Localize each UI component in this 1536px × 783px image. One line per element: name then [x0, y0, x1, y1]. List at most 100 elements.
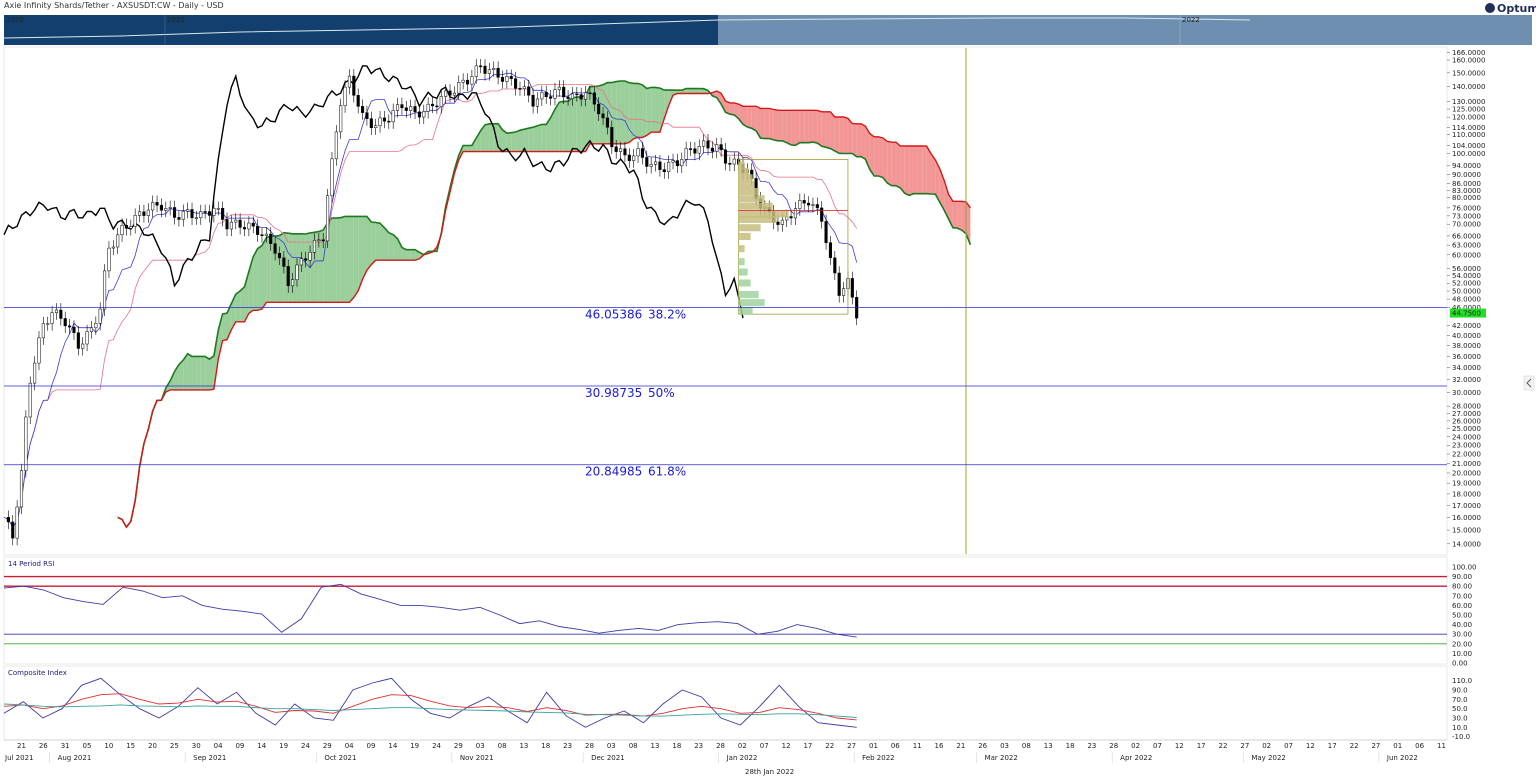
fib-percent-label: 61.8% [648, 465, 686, 479]
ci-pane [3, 665, 1448, 741]
kumo-segment [240, 286, 245, 322]
candle-body [601, 113, 605, 119]
kumo-segment [209, 355, 214, 390]
candle-body [588, 92, 592, 95]
volume-profile-bar [738, 224, 761, 232]
candle-body [286, 266, 290, 287]
day-tick-label: 28 [1109, 742, 1118, 750]
candle-body [238, 219, 242, 228]
candle-body [295, 264, 299, 280]
volume-profile-bar [738, 181, 755, 189]
rsi-tick-label: 100.00 [1452, 564, 1477, 572]
candle-body [505, 76, 509, 82]
candle-body [194, 217, 198, 220]
kumo-segment [345, 216, 350, 303]
candle-body [321, 239, 325, 242]
volume-profile-bar [738, 268, 748, 276]
collapse-panel-button[interactable] [1523, 375, 1535, 391]
price-tick-label: 21.0000 [1452, 460, 1481, 468]
day-tick-label: 14 [388, 742, 397, 750]
day-tick-label: 15 [126, 742, 135, 750]
volume-profile-bar [738, 195, 765, 203]
candle-body [277, 253, 282, 259]
kumo-segment [747, 106, 752, 129]
candle-body [409, 106, 413, 111]
kumo-segment [541, 124, 547, 152]
kumo-segment [196, 356, 201, 390]
candle-body [317, 239, 321, 242]
day-tick-label: 12 [1175, 742, 1184, 750]
candle-body [776, 221, 780, 225]
candle-body [400, 104, 404, 109]
day-tick-label: 12 [782, 742, 791, 750]
kumo-segment [913, 146, 918, 194]
candle-body [339, 105, 343, 133]
kumo-segment [961, 201, 966, 234]
candle-body [181, 211, 185, 220]
candle-body [610, 127, 614, 148]
rsi-tick-label: 40.00 [1452, 621, 1472, 629]
kumo-segment [922, 146, 927, 194]
candle-body [605, 117, 609, 128]
candle-body [584, 92, 588, 100]
candle-body [850, 278, 854, 298]
day-tick-label: 11 [913, 742, 922, 750]
candle-body [46, 323, 50, 325]
volume-profile-bar [738, 299, 765, 307]
candle-body [422, 111, 426, 118]
day-tick-label: 04 [214, 742, 223, 750]
candle-body [579, 94, 583, 100]
kumo-segment [353, 216, 359, 298]
candle-body [334, 131, 338, 160]
candle-body [710, 147, 714, 152]
month-tick-label: Apr 2022 [1120, 754, 1152, 762]
kumo-segment [515, 130, 520, 152]
day-tick-label: 13 [1044, 742, 1053, 750]
candle-body [54, 309, 59, 313]
candle-body [326, 195, 330, 242]
price-tick-label: 90.0000 [1452, 171, 1481, 179]
day-tick-label: 07 [760, 742, 769, 750]
date-navigator[interactable]: 2020 2021 2022 [3, 15, 1532, 45]
kumo-segment [751, 106, 757, 131]
candle-body [619, 148, 623, 152]
price-tick-label: 25.0000 [1452, 425, 1481, 433]
candle-body [299, 258, 303, 266]
candle-body [632, 155, 636, 161]
chart-root: Axie Infinity Shards/Tether - AXSUSDT:CW… [3, 1, 1536, 776]
kumo-segment [834, 116, 840, 154]
price-tick-label: 17.0000 [1452, 502, 1481, 510]
price-tick-label: 120.0000 [1452, 114, 1485, 122]
price-pane [3, 46, 1448, 556]
candle-body [719, 144, 723, 151]
day-tick-label: 31 [61, 742, 70, 750]
kumo-segment [362, 216, 367, 280]
candle-body [457, 82, 461, 94]
candle-body [496, 67, 500, 78]
candle-body [111, 246, 115, 249]
kumo-segment [485, 123, 490, 152]
day-tick-label: 06 [891, 742, 900, 750]
collapse-panel-bg[interactable] [1523, 375, 1535, 391]
price-tick-label: 50.0000 [1452, 288, 1481, 296]
day-tick-label: 17 [1197, 742, 1206, 750]
kumo-segment [568, 97, 573, 152]
price-tick-label: 20.0000 [1452, 469, 1481, 477]
volume-profile-bar [738, 232, 751, 240]
candle-body [798, 200, 802, 209]
candle-body [151, 202, 155, 211]
ci-axis: 110.0 90.070.050.0 30.010.0-10.0 [1452, 677, 1472, 741]
day-tick-label: 21 [956, 742, 965, 750]
time-axis: 21 26 31 05 10 15 20 25 30 04 09 14 19 24 29 04 09 14 19 24… [4, 739, 1447, 776]
volume-profile-bar [738, 279, 751, 287]
candle-body [404, 107, 408, 111]
day-tick-label: 28 [716, 742, 725, 750]
candle-body [479, 65, 483, 68]
kumo-segment [795, 110, 800, 146]
candle-body [531, 94, 535, 107]
rsi-pane [3, 556, 1448, 665]
day-tick-label: 23 [563, 742, 572, 750]
candle-body [680, 159, 684, 167]
kumo-segment [331, 217, 337, 303]
candle-body [623, 148, 627, 156]
